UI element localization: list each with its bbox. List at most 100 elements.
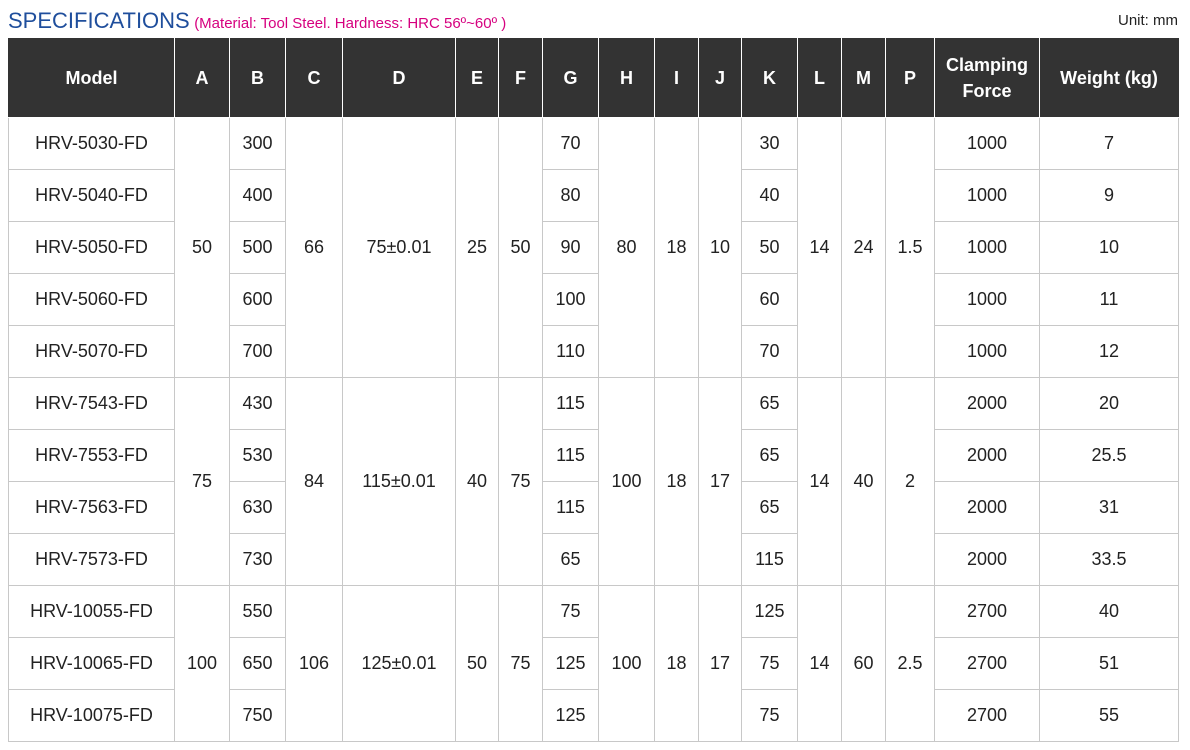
cell-b: 730 bbox=[229, 533, 286, 586]
title-main: SPECIFICATIONS bbox=[8, 8, 190, 33]
cell-d: 75±0.01 bbox=[342, 117, 456, 378]
cell-g: 65 bbox=[542, 533, 599, 586]
cell-k: 125 bbox=[741, 585, 798, 638]
cell-g: 125 bbox=[542, 637, 599, 690]
cell-k: 75 bbox=[741, 637, 798, 690]
cell-k: 40 bbox=[741, 169, 798, 222]
cell-f: 75 bbox=[498, 377, 543, 586]
specifications-table: Model A B C D E F G H I J K L M P Clampi… bbox=[8, 38, 1179, 742]
cell-model: HRV-5060-FD bbox=[8, 273, 175, 326]
header-clamping-line1: Clamping bbox=[945, 55, 1028, 75]
cell-f: 75 bbox=[498, 585, 543, 742]
cell-b: 600 bbox=[229, 273, 286, 326]
cell-g: 75 bbox=[542, 585, 599, 638]
cell-k: 75 bbox=[741, 689, 798, 742]
cell-weight: 25.5 bbox=[1039, 429, 1179, 482]
title-material-note: (Material: Tool Steel. Hardness: HRC 56º… bbox=[194, 15, 507, 32]
cell-b: 400 bbox=[229, 169, 286, 222]
cell-clamping-force: 2000 bbox=[934, 377, 1040, 430]
cell-e: 25 bbox=[455, 117, 499, 378]
header-l: L bbox=[797, 38, 842, 118]
header-p: P bbox=[885, 38, 935, 118]
cell-a: 50 bbox=[174, 117, 230, 378]
cell-p: 2.5 bbox=[885, 585, 935, 742]
cell-g: 70 bbox=[542, 117, 599, 170]
cell-model: HRV-5040-FD bbox=[8, 169, 175, 222]
cell-weight: 20 bbox=[1039, 377, 1179, 430]
cell-g: 90 bbox=[542, 221, 599, 274]
cell-g: 110 bbox=[542, 325, 599, 378]
cell-model: HRV-10075-FD bbox=[8, 689, 175, 742]
cell-i: 18 bbox=[654, 377, 699, 586]
header-model: Model bbox=[8, 38, 175, 118]
cell-k: 60 bbox=[741, 273, 798, 326]
cell-b: 750 bbox=[229, 689, 286, 742]
cell-k: 65 bbox=[741, 481, 798, 534]
cell-k: 30 bbox=[741, 117, 798, 170]
cell-model: HRV-5070-FD bbox=[8, 325, 175, 378]
cell-h: 100 bbox=[598, 377, 655, 586]
cell-model: HRV-7543-FD bbox=[8, 377, 175, 430]
cell-k: 65 bbox=[741, 377, 798, 430]
cell-model: HRV-10055-FD bbox=[8, 585, 175, 638]
cell-g: 115 bbox=[542, 429, 599, 482]
table-row: HRV-10055-FD 100 550 106 125±0.01 50 75 … bbox=[8, 585, 1179, 742]
unit-label: Unit: mm bbox=[1118, 12, 1178, 29]
header-weight: Weight (kg) bbox=[1039, 38, 1179, 118]
cell-b: 650 bbox=[229, 637, 286, 690]
cell-weight: 12 bbox=[1039, 325, 1179, 378]
header-m: M bbox=[841, 38, 886, 118]
cell-g: 80 bbox=[542, 169, 599, 222]
cell-clamping-force: 1000 bbox=[934, 117, 1040, 170]
cell-e: 50 bbox=[455, 585, 499, 742]
cell-j: 17 bbox=[698, 585, 742, 742]
cell-clamping-force: 2700 bbox=[934, 689, 1040, 742]
header-e: E bbox=[455, 38, 499, 118]
cell-i: 18 bbox=[654, 585, 699, 742]
cell-b: 630 bbox=[229, 481, 286, 534]
cell-m: 24 bbox=[841, 117, 886, 378]
spec-header: SPECIFICATIONS (Material: Tool Steel. Ha… bbox=[8, 8, 1178, 34]
cell-weight: 9 bbox=[1039, 169, 1179, 222]
cell-a: 75 bbox=[174, 377, 230, 586]
header-f: F bbox=[498, 38, 543, 118]
cell-c: 106 bbox=[285, 585, 343, 742]
cell-weight: 10 bbox=[1039, 221, 1179, 274]
header-g: G bbox=[542, 38, 599, 118]
cell-h: 100 bbox=[598, 585, 655, 742]
cell-clamping-force: 1000 bbox=[934, 273, 1040, 326]
cell-j: 10 bbox=[698, 117, 742, 378]
cell-k: 50 bbox=[741, 221, 798, 274]
cell-i: 18 bbox=[654, 117, 699, 378]
header-row: Model A B C D E F G H I J K L M P Clampi… bbox=[8, 38, 1179, 118]
cell-k: 115 bbox=[741, 533, 798, 586]
cell-b: 530 bbox=[229, 429, 286, 482]
cell-b: 550 bbox=[229, 585, 286, 638]
header-d: D bbox=[342, 38, 456, 118]
header-b: B bbox=[229, 38, 286, 118]
header-k: K bbox=[741, 38, 798, 118]
cell-model: HRV-7553-FD bbox=[8, 429, 175, 482]
cell-weight: 40 bbox=[1039, 585, 1179, 638]
header-c: C bbox=[285, 38, 343, 118]
cell-b: 430 bbox=[229, 377, 286, 430]
cell-weight: 31 bbox=[1039, 481, 1179, 534]
cell-m: 60 bbox=[841, 585, 886, 742]
cell-d: 125±0.01 bbox=[342, 585, 456, 742]
cell-model: HRV-7563-FD bbox=[8, 481, 175, 534]
cell-p: 2 bbox=[885, 377, 935, 586]
cell-h: 80 bbox=[598, 117, 655, 378]
cell-weight: 55 bbox=[1039, 689, 1179, 742]
cell-c: 66 bbox=[285, 117, 343, 378]
cell-b: 700 bbox=[229, 325, 286, 378]
cell-weight: 7 bbox=[1039, 117, 1179, 170]
cell-model: HRV-10065-FD bbox=[8, 637, 175, 690]
cell-g: 100 bbox=[542, 273, 599, 326]
cell-model: HRV-7573-FD bbox=[8, 533, 175, 586]
cell-l: 14 bbox=[797, 117, 842, 378]
cell-k: 70 bbox=[741, 325, 798, 378]
cell-model: HRV-5050-FD bbox=[8, 221, 175, 274]
table-row: HRV-5030-FD 50 300 66 75±0.01 25 50 70 8… bbox=[8, 117, 1179, 378]
cell-l: 14 bbox=[797, 377, 842, 586]
cell-b: 300 bbox=[229, 117, 286, 170]
